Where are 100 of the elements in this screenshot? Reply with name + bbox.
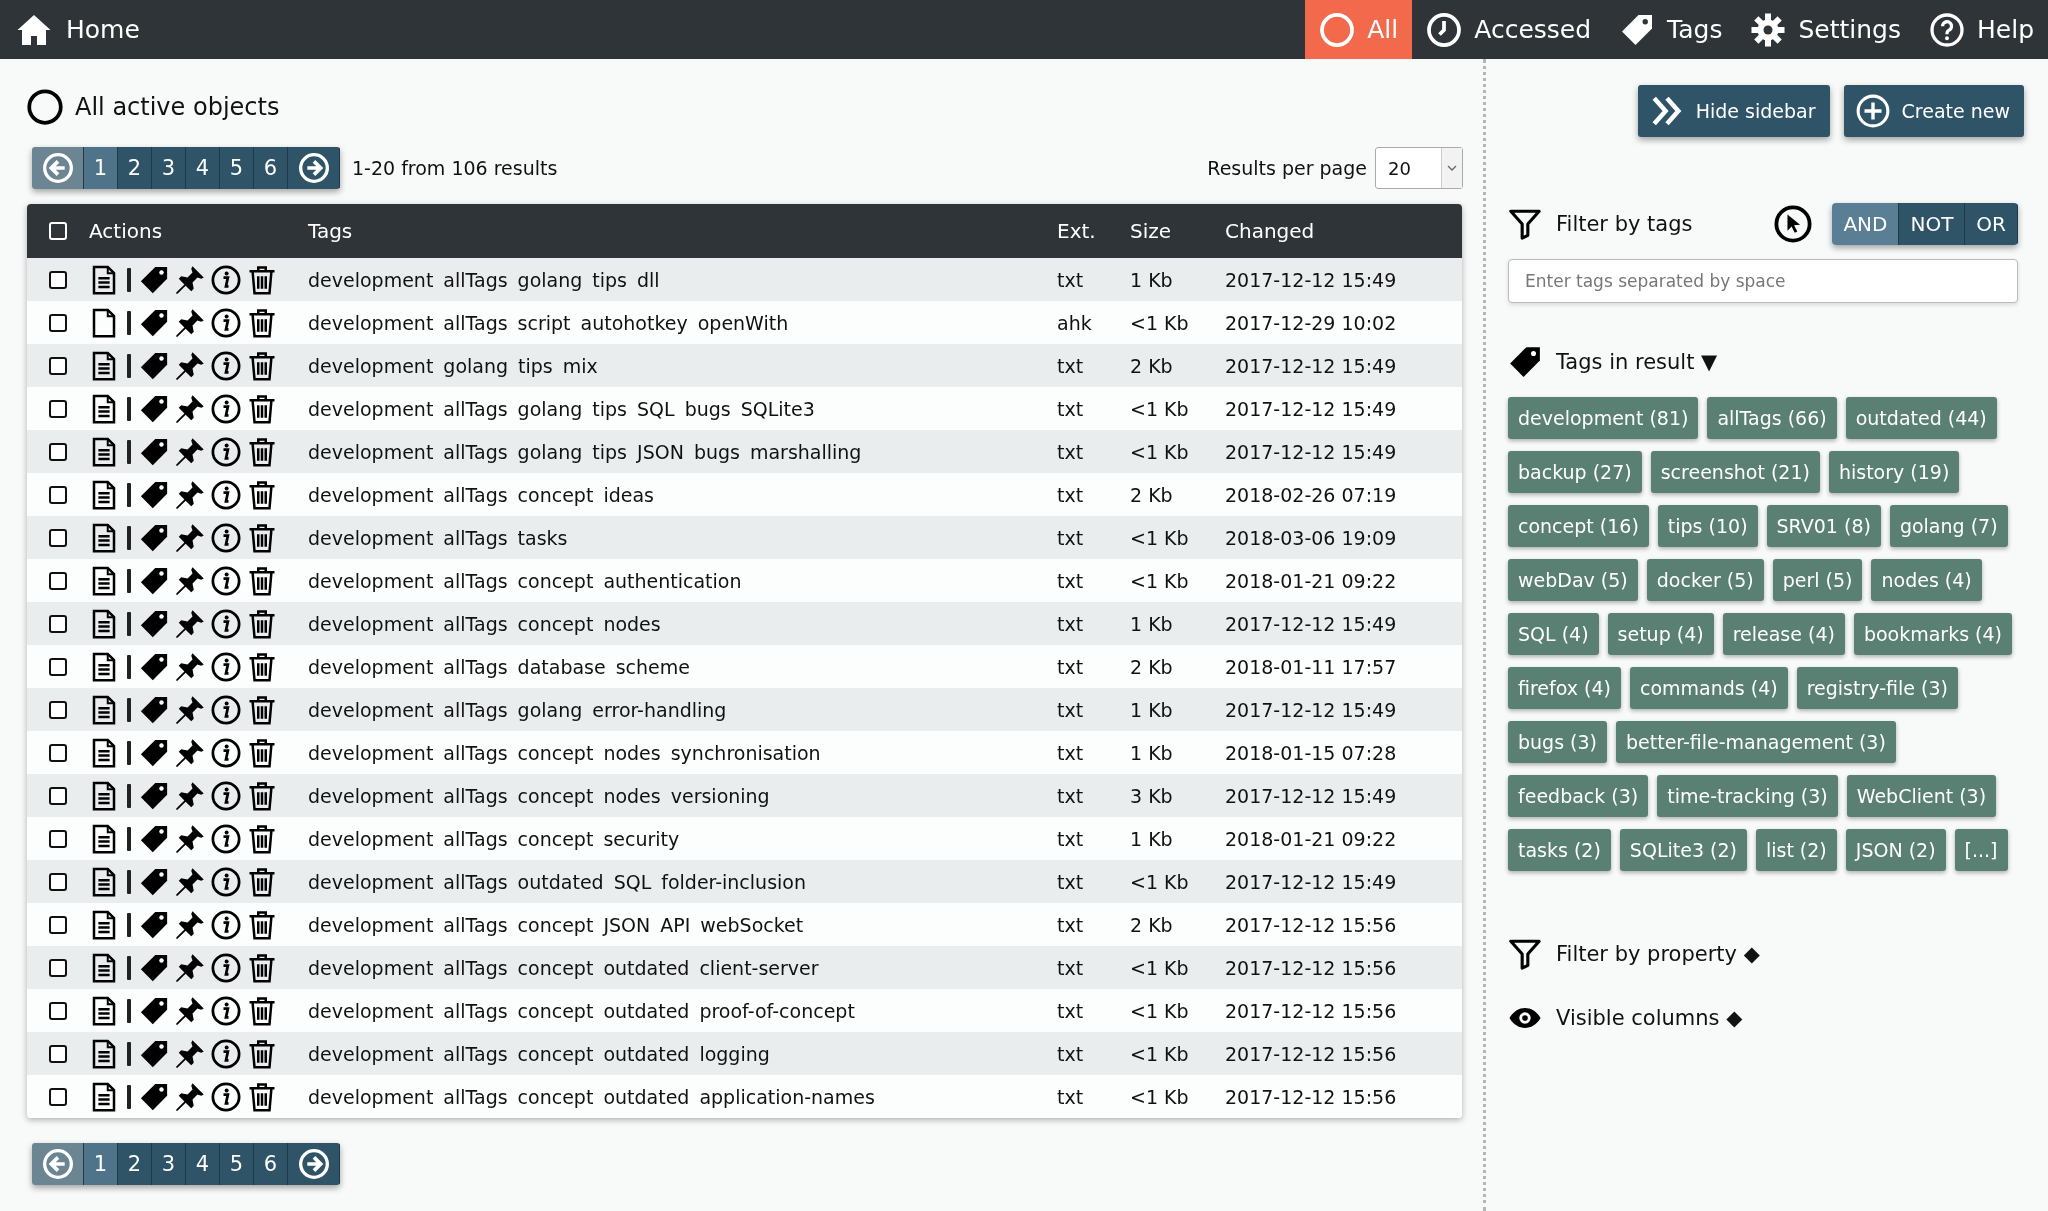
trash-icon[interactable] [247,436,277,467]
page-button[interactable]: 4 [186,147,220,189]
pin-icon[interactable] [175,307,205,338]
tag-link[interactable]: tips [592,268,628,291]
tag-link[interactable]: webSocket [700,913,804,936]
tag-link[interactable]: SQLite3 [740,397,815,420]
row-checkbox[interactable] [49,528,67,547]
pin-icon[interactable] [175,436,205,467]
row-checkbox[interactable] [49,958,67,977]
page-button[interactable]: 3 [152,1143,186,1185]
tag-icon[interactable] [139,264,169,295]
tag-chip[interactable]: SRV01 (8) [1766,505,1881,547]
tag-link[interactable]: script [517,311,571,334]
tag-chip[interactable]: history (19) [1828,451,1960,493]
tag-icon[interactable] [139,780,169,811]
page-button[interactable]: 6 [254,1143,288,1185]
info-icon[interactable] [211,866,241,897]
tag-chip[interactable]: screenshot (21) [1650,451,1820,493]
trash-icon[interactable] [247,866,277,897]
info-icon[interactable] [211,737,241,768]
trash-icon[interactable] [247,1081,277,1112]
pin-icon[interactable] [175,952,205,983]
tag-icon[interactable] [139,823,169,854]
info-icon[interactable] [211,1081,241,1112]
tag-link[interactable]: allTags [443,569,508,592]
tag-link[interactable]: development [308,1085,434,1108]
trash-icon[interactable] [247,393,277,424]
info-icon[interactable] [211,823,241,854]
pin-icon[interactable] [175,737,205,768]
row-checkbox[interactable] [49,356,67,375]
tag-link[interactable]: tips [592,397,628,420]
tag-link[interactable]: development [308,311,434,334]
select-all-checkbox[interactable] [49,222,67,240]
next-page-button[interactable] [288,1143,340,1185]
next-page-button[interactable] [288,147,340,189]
trash-icon[interactable] [247,565,277,596]
info-icon[interactable] [211,780,241,811]
tag-link[interactable]: tips [592,440,628,463]
tag-icon[interactable] [139,307,169,338]
tag-link[interactable]: concept [517,569,594,592]
trash-icon[interactable] [247,823,277,854]
tag-link[interactable]: API [660,913,691,936]
pin-icon[interactable] [175,479,205,510]
tag-link[interactable]: allTags [443,440,508,463]
trash-icon[interactable] [247,350,277,381]
tag-link[interactable]: development [308,784,434,807]
info-icon[interactable] [211,350,241,381]
tag-chip[interactable]: nodes (4) [1871,559,1982,601]
pin-icon[interactable] [175,651,205,682]
tag-link[interactable]: concept [517,612,594,635]
trash-icon[interactable] [247,307,277,338]
page-button[interactable]: 6 [254,147,288,189]
tag-link[interactable]: bugs [684,397,731,420]
tag-link[interactable]: outdated [603,1042,690,1065]
tag-link[interactable]: concept [517,483,594,506]
trash-icon[interactable] [247,909,277,940]
trash-icon[interactable] [247,737,277,768]
info-icon[interactable] [211,995,241,1026]
info-icon[interactable] [211,522,241,553]
tag-link[interactable]: allTags [443,526,508,549]
tag-link[interactable]: development [308,999,434,1022]
trash-icon[interactable] [247,780,277,811]
tag-chip[interactable]: outdated (44) [1845,397,1997,439]
page-button[interactable]: 1 [84,1143,118,1185]
tag-chip[interactable]: concept (16) [1508,505,1649,547]
pin-icon[interactable] [175,1081,205,1112]
tag-link[interactable]: allTags [443,268,508,291]
page-button[interactable]: 1 [84,147,118,189]
tag-link[interactable]: concept [517,741,594,764]
tag-chip[interactable]: JSON (2) [1845,829,1946,871]
row-checkbox[interactable] [49,399,67,418]
info-icon[interactable] [211,479,241,510]
nav-item[interactable]: Tags [1605,0,1737,59]
page-button[interactable]: 2 [118,1143,152,1185]
tag-link[interactable]: concept [517,913,594,936]
tag-link[interactable]: development [308,870,434,893]
tag-link[interactable]: development [308,569,434,592]
create-new-button[interactable]: Create new [1843,85,2024,137]
row-checkbox[interactable] [49,571,67,590]
filter-mode-button[interactable]: NOT [1899,203,1966,245]
tag-link[interactable]: allTags [443,741,508,764]
tag-chip[interactable]: bookmarks (4) [1853,613,2013,655]
tag-link[interactable]: outdated [517,870,604,893]
nav-item[interactable]: Accessed [1412,0,1606,59]
tag-link[interactable]: JSON [603,913,651,936]
tag-link[interactable]: error-handling [592,698,727,721]
tag-link[interactable]: database [517,655,606,678]
trash-icon[interactable] [247,694,277,725]
tag-link[interactable]: dll [637,268,660,291]
page-button[interactable]: 5 [220,147,254,189]
tag-link[interactable]: allTags [443,913,508,936]
tag-link[interactable]: SQL [613,870,652,893]
pin-icon[interactable] [175,608,205,639]
info-icon[interactable] [211,608,241,639]
tag-link[interactable]: application-names [699,1085,875,1108]
trash-icon[interactable] [247,264,277,295]
row-checkbox[interactable] [49,700,67,719]
info-icon[interactable] [211,651,241,682]
tag-chip[interactable]: webDav (5) [1508,559,1638,601]
tag-link[interactable]: nodes [603,784,661,807]
